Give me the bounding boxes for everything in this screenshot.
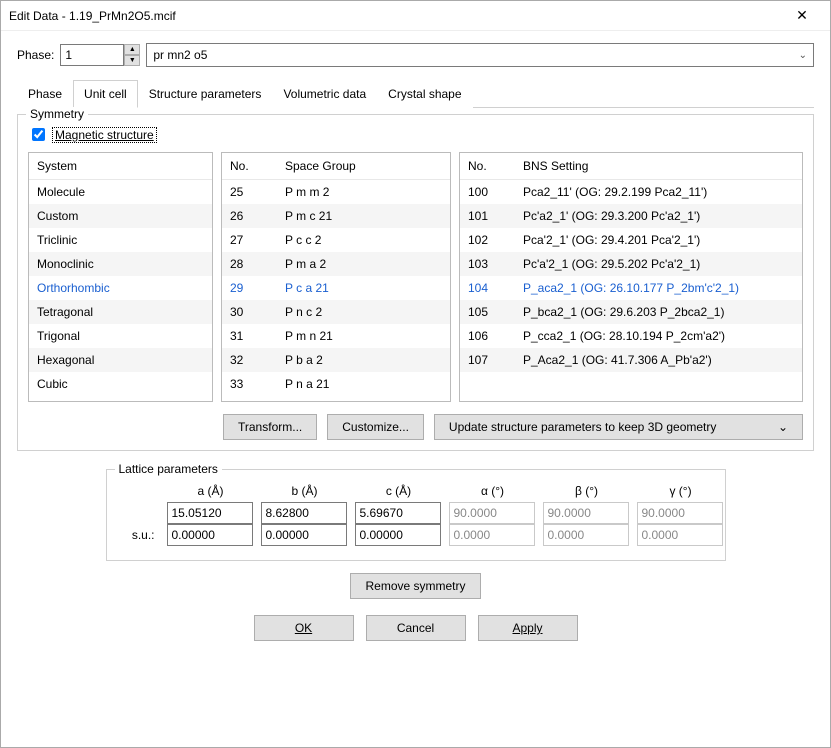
sg-no-header: No. (222, 153, 277, 179)
lattice-value-input (449, 502, 535, 524)
spacegroup-row[interactable]: 30P n c 2 (222, 300, 450, 324)
lattice-header: b (Å) (261, 480, 349, 502)
cancel-button[interactable]: Cancel (366, 615, 466, 641)
lattice-header: c (Å) (355, 480, 443, 502)
lattice-su-input (543, 524, 629, 546)
phase-number-input[interactable] (60, 44, 124, 66)
lattice-su-input (637, 524, 723, 546)
chevron-down-icon: ⌄ (778, 420, 788, 434)
update-structure-label: Update structure parameters to keep 3D g… (449, 420, 716, 434)
system-row[interactable]: Tetragonal (29, 300, 212, 324)
tab-unit-cell[interactable]: Unit cell (73, 80, 138, 108)
lattice-value-input (543, 502, 629, 524)
edit-data-dialog: Edit Data - 1.19_PrMn2O5.mcif ✕ Phase: ▲… (0, 0, 831, 748)
spacegroup-row[interactable]: 27P c c 2 (222, 228, 450, 252)
lattice-value-input[interactable] (355, 502, 441, 524)
lattice-value-input[interactable] (167, 502, 253, 524)
lattice-su-input[interactable] (261, 524, 347, 546)
bns-row[interactable]: 104P_aca2_1 (OG: 26.10.177 P_2bm'c'2_1) (460, 276, 802, 300)
lattice-parameters-group: Lattice parameters a (Å)b (Å)c (Å)α (°)β… (106, 469, 726, 561)
phase-name-value: pr mn2 o5 (153, 48, 207, 62)
system-row[interactable]: Triclinic (29, 228, 212, 252)
sg-name-header: Space Group (277, 153, 450, 179)
magnetic-structure-label: Magnetic structure (52, 127, 157, 143)
apply-button[interactable]: Apply (478, 615, 578, 641)
chevron-down-icon: ⌄ (799, 50, 807, 61)
symmetry-group: Symmetry Magnetic structure System Molec… (17, 114, 814, 451)
dialog-content: Phase: ▲ ▼ pr mn2 o5 ⌄ PhaseUnit cellStr… (1, 31, 830, 651)
bns-row[interactable]: 101Pc'a2_1' (OG: 29.3.200 Pc'a2_1') (460, 204, 802, 228)
spacegroup-row[interactable]: 29P c a 21 (222, 276, 450, 300)
spacegroup-row[interactable]: 25P m m 2 (222, 180, 450, 204)
phase-label: Phase: (17, 48, 54, 62)
system-row[interactable]: Orthorhombic (29, 276, 212, 300)
lattice-header: α (°) (449, 480, 537, 502)
bns-row[interactable]: 105P_bca2_1 (OG: 29.6.203 P_2bca2_1) (460, 300, 802, 324)
magnetic-structure-input[interactable] (32, 128, 45, 141)
transform-button[interactable]: Transform... (223, 414, 317, 440)
system-row[interactable]: Custom (29, 204, 212, 228)
ok-button[interactable]: OK (254, 615, 354, 641)
lattice-header: a (Å) (167, 480, 255, 502)
phase-name-combo[interactable]: pr mn2 o5 ⌄ (146, 43, 814, 67)
phase-down-icon[interactable]: ▼ (124, 55, 140, 66)
su-label: s.u.: (121, 528, 161, 542)
window-title: Edit Data - 1.19_PrMn2O5.mcif (9, 9, 782, 23)
bns-row[interactable]: 106P_cca2_1 (OG: 28.10.194 P_2cm'a2') (460, 324, 802, 348)
tab-phase[interactable]: Phase (17, 80, 73, 108)
titlebar: Edit Data - 1.19_PrMn2O5.mcif ✕ (1, 1, 830, 31)
lattice-header: γ (°) (637, 480, 725, 502)
phase-up-icon[interactable]: ▲ (124, 44, 140, 55)
bns-name-header: BNS Setting (515, 153, 802, 179)
spacegroup-row[interactable]: 28P m a 2 (222, 252, 450, 276)
bns-no-header: No. (460, 153, 515, 179)
spacegroup-row[interactable]: 33P n a 21 (222, 372, 450, 396)
update-structure-button[interactable]: Update structure parameters to keep 3D g… (434, 414, 803, 440)
symmetry-title: Symmetry (26, 107, 88, 121)
tab-crystal-shape[interactable]: Crystal shape (377, 80, 472, 108)
system-header: System (29, 153, 212, 179)
remove-symmetry-button[interactable]: Remove symmetry (350, 573, 480, 599)
spacegroup-row[interactable]: 31P m n 21 (222, 324, 450, 348)
lattice-su-input (449, 524, 535, 546)
system-row[interactable]: Trigonal (29, 324, 212, 348)
system-row[interactable]: Molecule (29, 180, 212, 204)
customize-button[interactable]: Customize... (327, 414, 424, 440)
system-row[interactable]: Monoclinic (29, 252, 212, 276)
magnetic-structure-checkbox[interactable]: Magnetic structure (28, 125, 803, 144)
bns-row[interactable]: 100Pca2_11' (OG: 29.2.199 Pca2_11') (460, 180, 802, 204)
tab-volumetric-data[interactable]: Volumetric data (272, 80, 377, 108)
system-listbox[interactable]: System MoleculeCustomTriclinicMonoclinic… (28, 152, 213, 402)
lattice-value-input (637, 502, 723, 524)
spacegroup-row[interactable]: 26P m c 21 (222, 204, 450, 228)
close-icon[interactable]: ✕ (782, 7, 822, 24)
lattice-header: β (°) (543, 480, 631, 502)
lattice-su-input[interactable] (355, 524, 441, 546)
tab-structure-parameters[interactable]: Structure parameters (138, 80, 273, 108)
lattice-value-input[interactable] (261, 502, 347, 524)
spacegroup-row[interactable]: 32P b a 2 (222, 348, 450, 372)
system-row[interactable]: Cubic (29, 372, 212, 396)
lattice-title: Lattice parameters (115, 462, 222, 476)
bns-row[interactable]: 103Pc'a'2_1 (OG: 29.5.202 Pc'a'2_1) (460, 252, 802, 276)
bns-row[interactable]: 102Pca'2_1' (OG: 29.4.201 Pca'2_1') (460, 228, 802, 252)
bns-row[interactable]: 107P_Aca2_1 (OG: 41.7.306 A_Pb'a2') (460, 348, 802, 372)
tab-bar: PhaseUnit cellStructure parametersVolume… (17, 79, 814, 108)
phase-number-stepper[interactable]: ▲ ▼ (60, 44, 140, 66)
lattice-su-input[interactable] (167, 524, 253, 546)
phase-row: Phase: ▲ ▼ pr mn2 o5 ⌄ (17, 43, 814, 67)
bns-listbox[interactable]: No. BNS Setting 100Pca2_11' (OG: 29.2.19… (459, 152, 803, 402)
system-row[interactable]: Hexagonal (29, 348, 212, 372)
spacegroup-listbox[interactable]: No. Space Group 25P m m 226P m c 2127P c… (221, 152, 451, 402)
